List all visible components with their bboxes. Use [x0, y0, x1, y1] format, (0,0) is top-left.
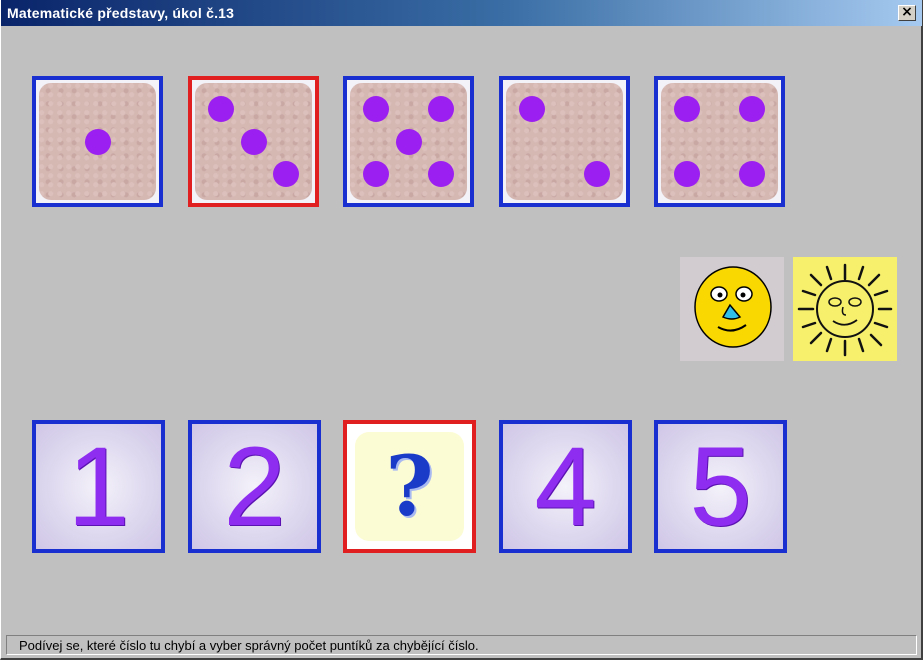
missing-number-card[interactable]: ? [343, 420, 476, 553]
number-card-4[interactable]: 4 [499, 420, 632, 553]
dice-card-4[interactable] [654, 76, 785, 207]
status-text: Podívej se, které číslo tu chybí a vyber… [19, 638, 479, 653]
dice-face [506, 83, 623, 200]
dice-pip [739, 161, 766, 188]
number-card-5[interactable]: 5 [654, 420, 787, 553]
sun-icon [793, 257, 897, 361]
dice-pip [739, 95, 766, 122]
title-bar: Matematické představy, úkol č.13 × [1, 0, 922, 26]
dice-pip [273, 161, 300, 188]
dice-face [350, 83, 467, 200]
status-bar: Podívej se, které číslo tu chybí a vyber… [6, 635, 917, 655]
dice-pip [518, 95, 545, 122]
smiley-face-icon [680, 257, 784, 361]
dice-face [661, 83, 778, 200]
number-label: 4 [534, 423, 597, 549]
dice-face [195, 83, 312, 200]
number-label: 5 [689, 423, 752, 549]
question-panel: ? [355, 432, 464, 541]
dice-pip [395, 128, 422, 155]
window-title: Matematické představy, úkol č.13 [7, 5, 235, 21]
dice-pip [362, 161, 389, 188]
app-window: Matematické představy, úkol č.13 × 1 2 ?… [0, 0, 923, 660]
dice-pip [207, 95, 234, 122]
dice-face [39, 83, 156, 200]
dice-card-2[interactable] [343, 76, 474, 207]
dice-card-1[interactable] [188, 76, 319, 207]
question-mark: ? [385, 438, 434, 535]
number-card-2[interactable]: 2 [188, 420, 321, 553]
close-button[interactable]: × [898, 5, 916, 21]
number-label: 1 [67, 423, 130, 549]
dice-pip [673, 161, 700, 188]
dice-card-0[interactable] [32, 76, 163, 207]
dice-pip [428, 95, 455, 122]
number-label: 2 [223, 423, 286, 549]
dice-pip [673, 95, 700, 122]
dice-card-3[interactable] [499, 76, 630, 207]
dice-pip [240, 128, 267, 155]
dice-pip [584, 161, 611, 188]
dice-pip [428, 161, 455, 188]
dice-pip [362, 95, 389, 122]
dice-pip [84, 128, 111, 155]
number-card-1[interactable]: 1 [32, 420, 165, 553]
